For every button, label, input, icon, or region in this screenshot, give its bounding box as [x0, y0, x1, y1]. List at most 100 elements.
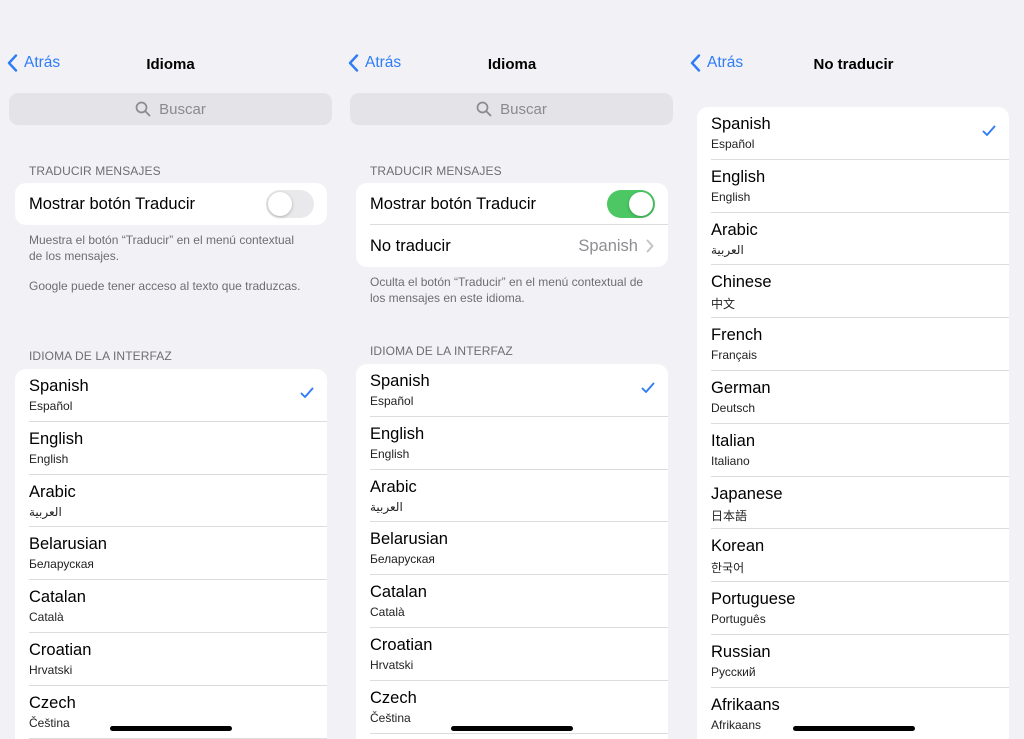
language-item[interactable]: English English — [15, 422, 327, 475]
search-icon — [476, 101, 492, 117]
language-item[interactable]: French Français — [697, 318, 1009, 371]
language-native-name: Català — [29, 610, 64, 625]
language-native-name: Español — [711, 137, 755, 151]
language-native-name: Italiano — [711, 453, 750, 468]
show-translate-toggle[interactable] — [266, 190, 314, 218]
language-item[interactable]: Japanese 日本語 — [697, 477, 1009, 530]
translate-card: Mostrar botón Traducir No traducir Spani… — [356, 183, 668, 267]
language-item[interactable]: Belarusian Беларуская — [15, 527, 327, 580]
language-item[interactable]: Korean 한국어 — [697, 529, 1009, 582]
language-item[interactable]: English English — [356, 417, 668, 470]
language-native-name: Deutsch — [711, 400, 756, 415]
language-native-name: Español — [370, 394, 414, 408]
language-name: Arabic — [29, 482, 76, 501]
no-translate-label: No traducir — [370, 236, 451, 255]
page-title: Idioma — [487, 56, 537, 73]
language-item[interactable]: German Deutsch — [697, 371, 1009, 424]
language-item[interactable]: Afrikaans Afrikaans — [697, 688, 1009, 739]
language-item[interactable]: Spanish Español — [15, 369, 327, 422]
language-native-name: Hrvatski — [29, 662, 73, 677]
panel-language-toggle-on: Atrás Idioma Buscar TRADUCIR MENSAJES Mo… — [341, 0, 683, 739]
no-translate-language-list: Spanish Español English English Arabic العربي… — [697, 107, 1009, 739]
language-name: English — [711, 167, 766, 186]
toggle-knob — [629, 192, 653, 216]
language-name: Croatian — [29, 640, 92, 659]
language-item[interactable]: Arabic العربية — [697, 213, 1009, 266]
language-name: Korean — [711, 537, 765, 556]
language-item[interactable]: Spanish Español — [356, 364, 668, 417]
language-native-name: Русский — [711, 664, 756, 679]
page-title: No traducir — [813, 56, 894, 73]
language-name: Italian — [711, 431, 756, 450]
language-native-name: العربية — [370, 499, 403, 514]
interface-language-list: Spanish Español English English Arabic العربي… — [356, 364, 668, 739]
language-native-name: Čeština — [29, 715, 70, 730]
language-item[interactable]: Portuguese Português — [697, 582, 1009, 635]
search-input[interactable]: Buscar — [9, 93, 332, 125]
language-item[interactable]: Croatian Hrvatski — [356, 628, 668, 681]
language-name: English — [370, 424, 425, 443]
google-note: Google puede tener acceso al texto que t… — [29, 279, 301, 293]
language-item[interactable]: Catalan Català — [15, 580, 327, 633]
language-item[interactable]: English English — [697, 160, 1009, 213]
section-header-interface: IDIOMA DE LA INTERFAZ — [370, 344, 513, 358]
language-native-name: English — [29, 451, 69, 466]
language-native-name: Português — [711, 612, 766, 627]
language-item[interactable]: Spanish Español — [697, 107, 1009, 160]
language-name: Russian — [711, 642, 771, 661]
home-indicator — [793, 726, 915, 731]
language-item[interactable]: Arabic العربية — [15, 475, 327, 528]
language-name: Spanish — [370, 372, 430, 390]
language-native-name: العربية — [29, 504, 62, 519]
language-name: Arabic — [711, 220, 758, 239]
language-item[interactable]: Italian Italiano — [697, 424, 1009, 477]
language-name: Portuguese — [711, 590, 796, 609]
language-name: German — [711, 378, 771, 397]
nav-bar: Atrás Idioma — [341, 52, 683, 80]
language-name: Czech — [29, 693, 76, 712]
show-translate-row: Mostrar botón Traducir — [15, 183, 327, 225]
language-item[interactable]: Croatian Hrvatski — [15, 633, 327, 686]
language-item[interactable]: Russian Русский — [697, 635, 1009, 688]
language-native-name: 中文 — [711, 297, 736, 312]
language-name: Spanish — [29, 377, 89, 395]
panel-no-translate: Atrás No traducir Spanish Español English E… — [683, 0, 1024, 739]
show-translate-toggle[interactable] — [607, 190, 655, 218]
translate-card: Mostrar botón Traducir — [15, 183, 327, 225]
nav-bar: Atrás Idioma — [0, 52, 341, 80]
language-name: Arabic — [370, 477, 417, 496]
language-native-name: 한국어 — [711, 561, 745, 576]
translate-note: Muestra el botón “Traducir” en el menú c… — [29, 233, 295, 263]
language-name: Japanese — [711, 484, 783, 503]
nav-bar: Atrás No traducir — [683, 52, 1024, 80]
language-native-name: Беларуская — [29, 557, 94, 572]
language-item[interactable]: Catalan Català — [356, 575, 668, 628]
no-translate-note: Oculta el botón “Traducir” en el menú co… — [370, 275, 644, 305]
no-translate-value: Spanish — [578, 236, 638, 255]
language-name: Belarusian — [29, 535, 107, 554]
interface-language-list: Spanish Español English English Arabic العربي… — [15, 369, 327, 739]
language-name: Chinese — [711, 273, 772, 292]
home-indicator — [110, 726, 232, 731]
language-name: Croatian — [370, 635, 433, 654]
checkmark-icon — [641, 382, 655, 393]
show-translate-label: Mostrar botón Traducir — [370, 194, 536, 213]
language-native-name: العربية — [711, 242, 744, 257]
search-input[interactable]: Buscar — [350, 93, 673, 125]
language-native-name: Afrikaans — [711, 717, 762, 732]
language-name: Spanish — [711, 115, 771, 133]
language-item[interactable]: Belarusian Беларуская — [356, 522, 668, 575]
section-header-translate: TRADUCIR MENSAJES — [370, 164, 502, 178]
language-name: Afrikaans — [711, 695, 780, 714]
language-native-name: English — [370, 446, 410, 461]
language-item[interactable]: Chinese 中文 — [697, 265, 1009, 318]
chevron-right-icon — [646, 239, 654, 253]
section-header-translate: TRADUCIR MENSAJES — [29, 164, 161, 178]
no-translate-row[interactable]: No traducir Spanish — [356, 225, 668, 267]
language-item[interactable]: Arabic العربية — [356, 470, 668, 523]
section-header-interface: IDIOMA DE LA INTERFAZ — [29, 349, 172, 363]
search-placeholder: Buscar — [500, 100, 547, 118]
language-name: Catalan — [370, 583, 427, 602]
language-native-name: Français — [711, 348, 758, 363]
language-native-name: Hrvatski — [370, 657, 414, 672]
